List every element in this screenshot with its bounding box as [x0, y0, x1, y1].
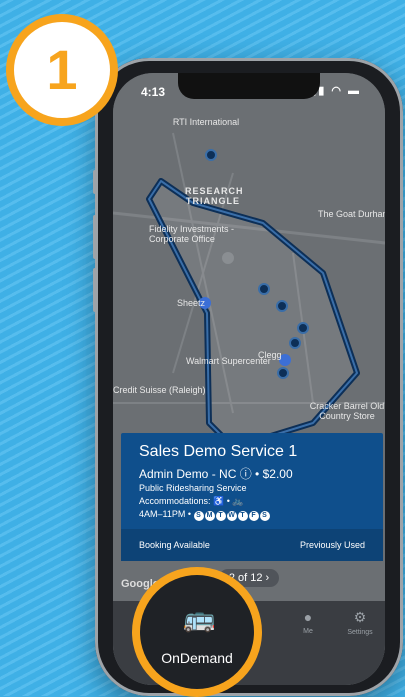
map-label: The Goat Durham: [318, 209, 385, 219]
status-time: 4:13: [141, 85, 166, 99]
tab-settings-label: Settings: [347, 629, 373, 636]
phone-notch: [178, 73, 320, 99]
map-label: Fidelity Investments - Corporate Office: [149, 224, 235, 244]
step-badge: 1: [6, 14, 118, 126]
map-label: RESEARCH TRIANGLE: [185, 186, 244, 206]
phone-button: [93, 268, 97, 312]
person-icon: ●: [303, 609, 313, 625]
org-name: Admin Demo - NC: [139, 467, 237, 481]
tab-me-label: Me: [303, 628, 313, 635]
phone-button: [93, 170, 97, 194]
info-icon[interactable]: ⓘ: [240, 467, 252, 481]
map-label: RTI International: [172, 117, 240, 127]
stop-marker: [258, 283, 270, 295]
day-friday: F: [248, 511, 259, 521]
map-label: Credit Suisse (Raleigh): [113, 385, 206, 395]
service-hours: 4AM–11PM • SMTWTFS: [139, 509, 271, 521]
stop-marker: [277, 367, 289, 379]
phone-button: [93, 215, 97, 259]
service-org: Admin Demo - NC ⓘ • $2.00: [139, 467, 293, 481]
gear-icon: ⚙: [353, 609, 367, 625]
accommodations: Accommodations: ♿ • 🚲: [139, 496, 244, 506]
booking-status: Booking Available: [139, 540, 210, 550]
day-thursday: T: [237, 511, 248, 521]
wheelchair-icon: ♿: [213, 496, 225, 506]
stop-marker: [205, 149, 217, 161]
step-number: 1: [14, 22, 110, 118]
day-wednesday: W: [226, 511, 237, 521]
stop-marker: [276, 300, 288, 312]
service-type: Public Ridesharing Service: [139, 483, 247, 493]
day-saturday: S: [259, 511, 270, 521]
tab-settings[interactable]: ⚙ Settings: [335, 609, 385, 636]
bus-icon: 🚌: [183, 603, 216, 633]
chevron-right-icon: ›: [265, 572, 270, 584]
stop-marker: [297, 322, 309, 334]
bicycle-icon: 🚲: [232, 496, 244, 506]
pin-marker: [222, 252, 234, 264]
day-sunday: S: [193, 511, 204, 521]
ondemand-label: OnDemand: [161, 650, 233, 666]
ondemand-callout[interactable]: 🚌 OnDemand: [132, 567, 262, 697]
map-label: Clegg: [258, 350, 282, 360]
accommodations-label: Accommodations:: [139, 496, 211, 506]
tab-me[interactable]: ● Me: [283, 609, 333, 635]
previously-used: Previously Used: [299, 540, 365, 550]
map-label: Sheetz: [177, 298, 206, 308]
service-title: Sales Demo Service 1: [139, 443, 298, 460]
hours-text: 4AM–11PM: [139, 509, 186, 519]
day-tuesday: T: [215, 511, 226, 521]
day-monday: M: [204, 511, 215, 521]
stop-marker: [289, 337, 301, 349]
map-label: Cracker Barrel Old Country Store: [309, 401, 385, 421]
service-card[interactable]: Sales Demo Service 1 Admin Demo - NC ⓘ •…: [121, 433, 383, 561]
card-footer: Booking Available Previously Used: [121, 529, 383, 561]
ondemand-tab[interactable]: 🚌 OnDemand: [140, 575, 254, 689]
service-price: $2.00: [262, 467, 293, 481]
